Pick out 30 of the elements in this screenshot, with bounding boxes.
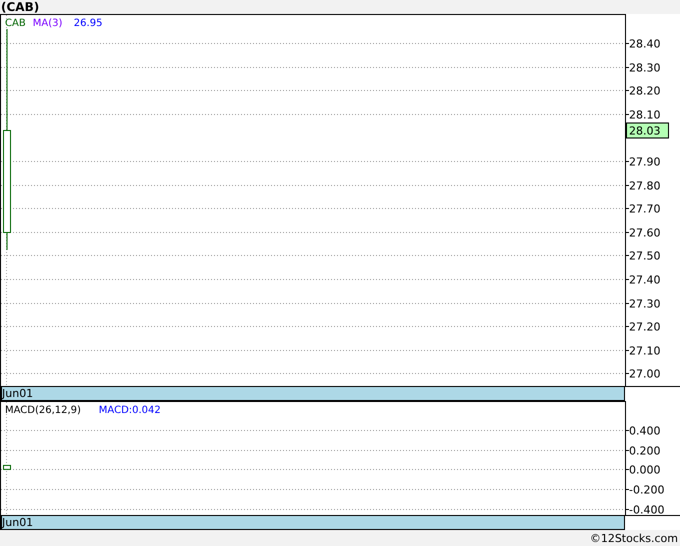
axis-label: 28.20 bbox=[629, 84, 660, 98]
legend-label: CAB bbox=[5, 18, 26, 29]
axis-label: 0.400 bbox=[629, 424, 660, 438]
macd-bar bbox=[3, 464, 11, 470]
axis-label: 27.10 bbox=[629, 344, 660, 358]
legend-label: MACD:0.042 bbox=[98, 405, 161, 416]
current-price-label: 28.03 bbox=[626, 122, 669, 138]
legend-label: 26.95 bbox=[74, 18, 102, 29]
copyright-text: ©12Stocks.com bbox=[590, 532, 678, 544]
axis-label: 27.00 bbox=[629, 368, 660, 380]
axis-label: 27.60 bbox=[629, 226, 660, 240]
axis-label: 28.40 bbox=[629, 38, 660, 50]
axis-label: 27.90 bbox=[629, 156, 660, 168]
date-label: Jun01 bbox=[1, 386, 625, 401]
axis-label: 27.30 bbox=[629, 298, 660, 310]
chart-title: (CAB) bbox=[0, 0, 40, 14]
axis-label: 27.50 bbox=[629, 250, 660, 262]
axis-label: 27.20 bbox=[629, 320, 660, 334]
axis-label: 27.80 bbox=[629, 180, 660, 192]
axis-label: 0.200 bbox=[629, 444, 660, 458]
axis-label: 28.30 bbox=[629, 62, 660, 74]
axis-label: 27.40 bbox=[629, 274, 660, 286]
axis-label: 28.10 bbox=[629, 108, 660, 122]
axis-label: -0.400 bbox=[629, 504, 664, 515]
legend-label: MA(3) bbox=[32, 18, 62, 29]
legend-label: MACD(26,12,9) bbox=[5, 405, 81, 416]
axis-label: 0.000 bbox=[629, 464, 660, 476]
date-label: Jun01 bbox=[1, 515, 625, 530]
axis-label: -0.200 bbox=[629, 484, 664, 496]
axis-label: 27.70 bbox=[629, 202, 660, 216]
